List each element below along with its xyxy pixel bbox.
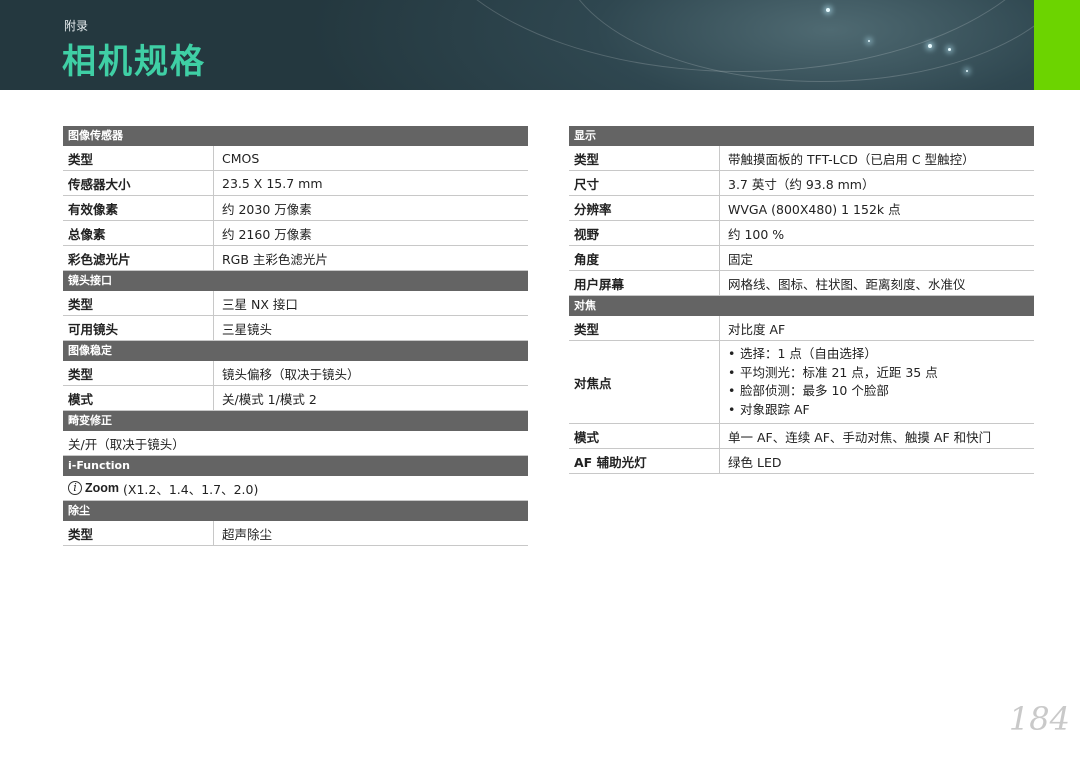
spec-key: 类型 xyxy=(68,296,94,312)
spec-row: 类型 超声除尘 xyxy=(63,521,528,546)
spec-row: 视野 约 100 % xyxy=(569,221,1034,246)
spec-value: 约 2160 万像素 xyxy=(213,221,528,245)
list-item: 脸部侦测：最多 10 个脸部 xyxy=(728,382,938,401)
spec-value: 约 2030 万像素 xyxy=(213,196,528,220)
spec-key: 传感器大小 xyxy=(68,176,131,192)
spec-key: 模式 xyxy=(574,429,600,445)
spec-key: 彩色滤光片 xyxy=(68,251,131,267)
spec-row: 有效像素 约 2030 万像素 xyxy=(63,196,528,221)
spec-value: RGB 主彩色滤光片 xyxy=(213,246,528,270)
spec-key: 对焦点 xyxy=(574,375,612,391)
spec-key: AF 辅助光灯 xyxy=(574,454,647,470)
decorative-light-dot xyxy=(948,48,951,51)
section-heading-distortion: 畸变修正 xyxy=(63,411,528,431)
spec-row: 类型 对比度 AF xyxy=(569,316,1034,341)
spec-row: AF 辅助光灯 绿色 LED xyxy=(569,449,1034,474)
page-number: 184 xyxy=(1008,700,1070,738)
list-item: 对象跟踪 AF xyxy=(728,401,938,420)
section-label: 附录 xyxy=(64,19,89,33)
spec-value: 镜头偏移（取决于镜头） xyxy=(213,361,528,385)
spec-value: i Zoom (X1.2、1.4、1.7、2.0) xyxy=(63,476,528,500)
spec-key: 分辨率 xyxy=(574,201,612,217)
spec-value: 约 100 % xyxy=(719,221,1034,245)
spec-row: 分辨率 WVGA (800X480) 1 152k 点 xyxy=(569,196,1034,221)
section-color-tab xyxy=(1034,0,1080,90)
spec-column-left: 图像传感器 类型 CMOS 传感器大小 23.5 X 15.7 mm 有效像素约 2… xyxy=(63,126,528,546)
spec-row: 模式 单一 AF、连续 AF、手动对焦、触摸 AF 和快门 xyxy=(569,424,1034,449)
spec-row: 传感器大小 23.5 X 15.7 mm xyxy=(63,171,528,196)
spec-key: 类型 xyxy=(68,526,94,542)
spec-row: 关/开（取决于镜头） xyxy=(63,431,528,456)
section-heading-image-sensor: 图像传感器 xyxy=(63,126,528,146)
spec-row: 类型 镜头偏移（取决于镜头） xyxy=(63,361,528,386)
spec-row: 彩色滤光片 RGB 主彩色滤光片 xyxy=(63,246,528,271)
spec-key: 可用镜头 xyxy=(68,321,119,337)
spec-key: 类型 xyxy=(68,366,94,382)
section-heading-focus: 对焦 xyxy=(569,296,1034,316)
spec-value: 单一 AF、连续 AF、手动对焦、触摸 AF 和快门 xyxy=(719,424,1034,448)
spec-value: 三星镜头 xyxy=(213,316,528,340)
spec-value: 网格线、图标、柱状图、距离刻度、水准仪 xyxy=(719,271,1034,295)
decorative-light-dot xyxy=(928,44,932,48)
focus-point-list: 选择：1 点（自由选择） 平均测光：标准 21 点，近距 35 点 脸部侦测：最… xyxy=(728,345,938,419)
section-heading-lens-mount: 镜头接口 xyxy=(63,271,528,291)
spec-value: 3.7 英寸（约 93.8 mm） xyxy=(719,171,1034,195)
i-function-icon: i xyxy=(68,481,82,495)
spec-value: WVGA (800X480) 1 152k 点 xyxy=(719,196,1034,220)
spec-value: 关/开（取决于镜头） xyxy=(68,436,185,452)
spec-key: 尺寸 xyxy=(574,176,600,192)
spec-key: 类型 xyxy=(574,151,600,167)
section-heading-ifunction: i-Function xyxy=(63,456,528,476)
spec-row: 角度 固定 xyxy=(569,246,1034,271)
spec-row: 模式 关/模式 1/模式 2 xyxy=(63,386,528,411)
spec-value: 绿色 LED xyxy=(719,449,1034,473)
spec-value: 关/模式 1/模式 2 xyxy=(213,386,528,410)
spec-value: CMOS xyxy=(213,146,528,170)
decorative-light-dot xyxy=(826,8,830,12)
spec-key: 角度 xyxy=(574,251,600,267)
decorative-light-dot xyxy=(966,70,968,72)
spec-value: 选择：1 点（自由选择） 平均测光：标准 21 点，近距 35 点 脸部侦测：最… xyxy=(719,341,1034,423)
zoom-values: (X1.2、1.4、1.7、2.0) xyxy=(123,481,259,497)
list-item: 平均测光：标准 21 点，近距 35 点 xyxy=(728,364,938,383)
section-heading-stabilization: 图像稳定 xyxy=(63,341,528,361)
spec-value: 固定 xyxy=(719,246,1034,270)
spec-row: 可用镜头 三星镜头 xyxy=(63,316,528,341)
spec-key: 视野 xyxy=(574,226,600,242)
spec-key: 总像素 xyxy=(68,226,106,242)
zoom-label: Zoom xyxy=(85,481,120,495)
spec-row: i Zoom (X1.2、1.4、1.7、2.0) xyxy=(63,476,528,501)
spec-value: 超声除尘 xyxy=(213,521,528,545)
spec-value: 带触摸面板的 TFT-LCD（已启用 C 型触控） xyxy=(719,146,1034,170)
spec-value: 三星 NX 接口 xyxy=(213,291,528,315)
page-title: 相机规格 xyxy=(62,42,206,82)
decorative-light-dot xyxy=(868,40,870,42)
spec-key: 类型 xyxy=(574,321,600,337)
spec-row: 类型 三星 NX 接口 xyxy=(63,291,528,316)
spec-key: 模式 xyxy=(68,391,94,407)
list-item: 选择：1 点（自由选择） xyxy=(728,345,938,364)
spec-row: 总像素 约 2160 万像素 xyxy=(63,221,528,246)
spec-row: 对焦点 选择：1 点（自由选择） 平均测光：标准 21 点，近距 35 点 脸部… xyxy=(569,341,1034,424)
spec-value: 23.5 X 15.7 mm xyxy=(213,171,528,195)
spec-row: 类型 CMOS xyxy=(63,146,528,171)
spec-value: 对比度 AF xyxy=(719,316,1034,340)
decorative-arc xyxy=(560,0,1034,82)
spec-key: 用户屏幕 xyxy=(574,276,625,292)
spec-row: 类型 带触摸面板的 TFT-LCD（已启用 C 型触控） xyxy=(569,146,1034,171)
section-heading-display: 显示 xyxy=(569,126,1034,146)
spec-column-right: 显示 类型 带触摸面板的 TFT-LCD（已启用 C 型触控） 尺寸 3.7 英寸（… xyxy=(569,126,1034,474)
spec-key: 有效像素 xyxy=(68,201,119,217)
spec-row: 尺寸 3.7 英寸（约 93.8 mm） xyxy=(569,171,1034,196)
section-heading-dust: 除尘 xyxy=(63,501,528,521)
spec-key: 类型 xyxy=(68,151,94,167)
spec-row: 用户屏幕 网格线、图标、柱状图、距离刻度、水准仪 xyxy=(569,271,1034,296)
